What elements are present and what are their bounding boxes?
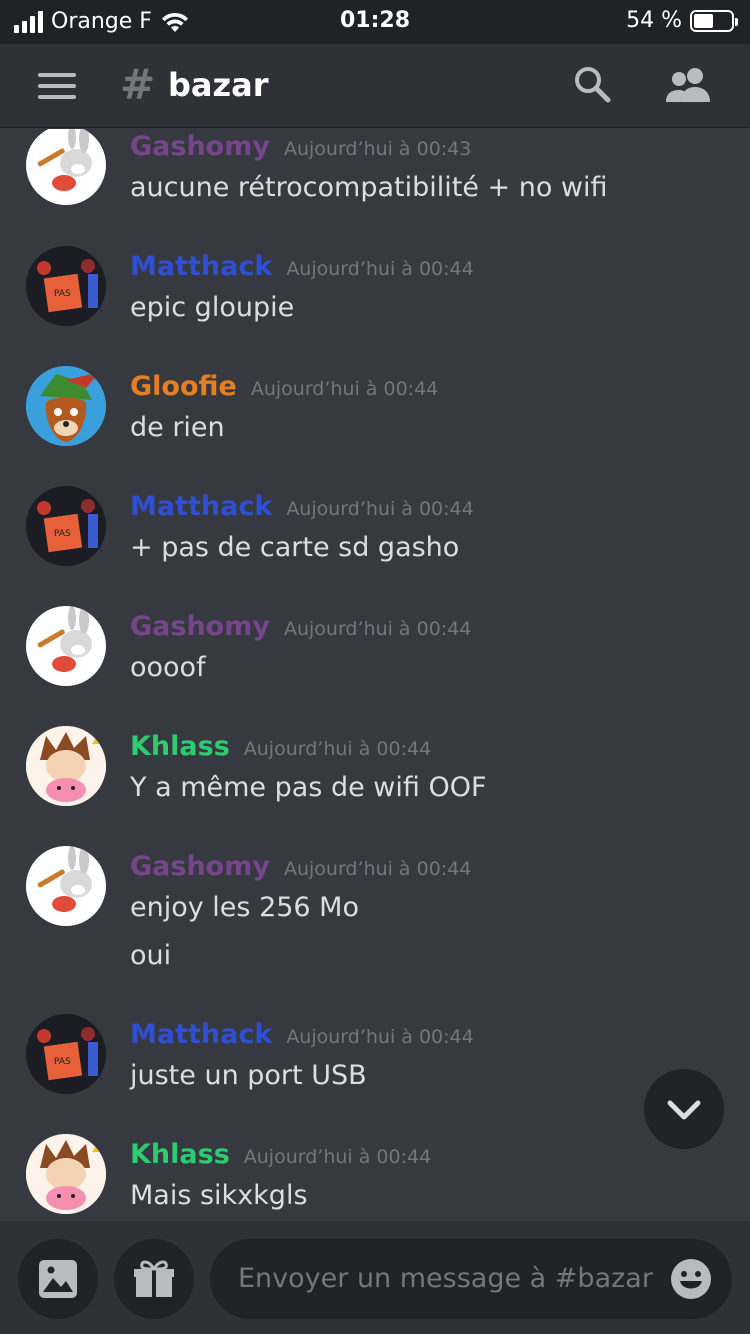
- composer-bar: Envoyer un message à #bazar: [0, 1221, 750, 1334]
- author-name[interactable]: Matthack: [130, 491, 272, 522]
- avatar-matthack[interactable]: PAS: [26, 246, 106, 326]
- timestamp: Aujourd’hui à 00:44: [250, 378, 439, 400]
- members-icon[interactable]: [664, 66, 712, 104]
- gift-button[interactable]: [114, 1239, 194, 1319]
- battery-icon: [690, 9, 738, 32]
- status-bar: Orange F 01:28 54 %: [0, 0, 750, 44]
- author-line: Matthack Aujourd’hui à 00:44: [130, 1019, 474, 1050]
- message-input-placeholder: Envoyer un message à #bazar: [238, 1263, 653, 1294]
- avatar-matthack[interactable]: PAS: [26, 486, 106, 566]
- timestamp: Aujourd’hui à 00:44: [283, 618, 472, 640]
- svg-text:PAS: PAS: [54, 1057, 71, 1067]
- author-line: Matthack Aujourd’hui à 00:44: [130, 251, 474, 282]
- message-text: oooof: [130, 652, 206, 683]
- message-input[interactable]: Envoyer un message à #bazar: [210, 1239, 732, 1319]
- menu-icon[interactable]: [38, 73, 76, 99]
- message-text: oui: [130, 940, 172, 971]
- message-text: aucune rétrocompatibilité + no wifi: [130, 172, 608, 203]
- image-icon: [39, 1260, 77, 1298]
- timestamp: Aujourd’hui à 00:44: [243, 1146, 432, 1168]
- avatar-gashomy[interactable]: [26, 129, 106, 205]
- message-text: Y a même pas de wifi OOF: [130, 772, 487, 803]
- author-name[interactable]: Gashomy: [130, 131, 270, 162]
- author-name[interactable]: Khlass: [130, 1139, 230, 1170]
- avatar-gashomy[interactable]: [26, 846, 106, 926]
- author-line: Gashomy Aujourd’hui à 00:43: [130, 131, 471, 162]
- avatar-khlass[interactable]: [26, 726, 106, 806]
- author-name[interactable]: Gashomy: [130, 851, 270, 882]
- message-text: + pas de carte sd gasho: [130, 532, 460, 563]
- message-text: epic gloupie: [130, 292, 295, 323]
- emoji-icon[interactable]: [670, 1258, 712, 1300]
- battery-level: [694, 13, 714, 28]
- timestamp: Aujourd’hui à 00:44: [286, 1026, 474, 1048]
- author-name[interactable]: Gloofie: [130, 371, 237, 402]
- timestamp: Aujourd’hui à 00:43: [283, 138, 472, 160]
- search-icon[interactable]: [572, 64, 612, 104]
- channel-hash-icon: #: [120, 60, 156, 109]
- author-name[interactable]: Matthack: [130, 251, 272, 282]
- battery-percent: 54 %: [626, 8, 682, 33]
- author-name[interactable]: Matthack: [130, 1019, 272, 1050]
- attach-image-button[interactable]: [18, 1239, 98, 1319]
- author-line: Matthack Aujourd’hui à 00:44: [130, 491, 474, 522]
- svg-text:PAS: PAS: [54, 529, 71, 539]
- timestamp: Aujourd’hui à 00:44: [283, 858, 472, 880]
- author-line: Gashomy Aujourd’hui à 00:44: [130, 851, 471, 882]
- author-line: Khlass Aujourd’hui à 00:44: [130, 1139, 431, 1170]
- message-text: Mais sikxkgls: [130, 1180, 308, 1211]
- avatar-khlass[interactable]: [26, 1134, 106, 1214]
- message-list[interactable]: Gashomy Aujourd’hui à 00:43 aucune rétroc…: [0, 129, 750, 1221]
- author-name[interactable]: Gashomy: [130, 611, 270, 642]
- status-right: 54 %: [626, 8, 738, 33]
- message-text: enjoy les 256 Mo: [130, 892, 359, 923]
- timestamp: Aujourd’hui à 00:44: [286, 498, 474, 520]
- svg-text:PAS: PAS: [54, 289, 71, 299]
- author-line: Gashomy Aujourd’hui à 00:44: [130, 611, 471, 642]
- avatar-matthack[interactable]: PAS: [26, 1014, 106, 1094]
- timestamp: Aujourd’hui à 00:44: [243, 738, 432, 760]
- timestamp: Aujourd’hui à 00:44: [286, 258, 474, 280]
- avatar-gashomy[interactable]: [26, 606, 106, 686]
- channel-header: # bazar: [0, 44, 750, 128]
- chevron-down-icon: [667, 1100, 701, 1120]
- message-text: de rien: [130, 412, 225, 443]
- avatar-gloofie[interactable]: [26, 366, 106, 446]
- gift-icon: [134, 1260, 174, 1297]
- channel-name: bazar: [168, 66, 269, 104]
- scroll-to-bottom-button[interactable]: [644, 1069, 724, 1149]
- message-text: juste un port USB: [130, 1060, 367, 1091]
- author-line: Khlass Aujourd’hui à 00:44: [130, 731, 431, 762]
- author-line: Gloofie Aujourd’hui à 00:44: [130, 371, 438, 402]
- author-name[interactable]: Khlass: [130, 731, 230, 762]
